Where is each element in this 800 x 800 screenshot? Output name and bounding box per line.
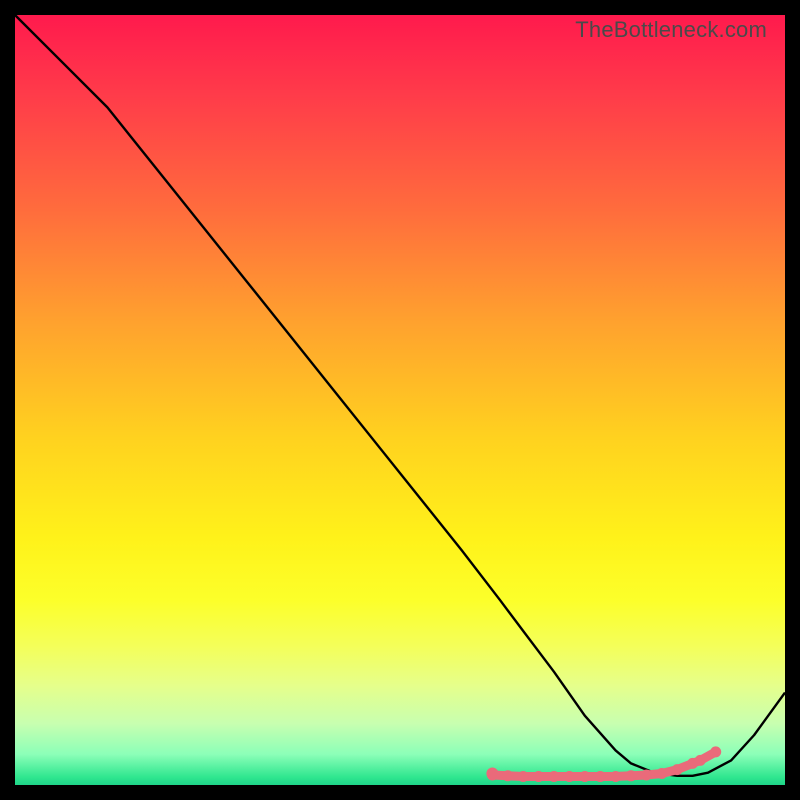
marker-dot <box>656 768 667 779</box>
marker-dot <box>518 771 529 782</box>
marker-dot <box>626 770 637 781</box>
marker-dot <box>695 755 706 766</box>
chart-svg <box>15 15 785 785</box>
watermark-text: TheBottleneck.com <box>575 17 767 43</box>
bottleneck-curve <box>15 15 785 776</box>
marker-dot <box>610 771 621 782</box>
marker-dot <box>549 771 560 782</box>
marker-dot <box>641 770 652 781</box>
marker-endpoint <box>486 768 498 780</box>
marker-dot <box>579 771 590 782</box>
gradient-plot-area: TheBottleneck.com <box>15 15 785 785</box>
marker-dot <box>672 764 683 775</box>
chart-frame: TheBottleneck.com <box>0 0 800 800</box>
curve-layer <box>15 15 785 776</box>
marker-dot <box>564 771 575 782</box>
marker-dot <box>710 746 721 757</box>
marker-dot <box>595 771 606 782</box>
marker-dot <box>502 770 513 781</box>
marker-dot <box>533 771 544 782</box>
